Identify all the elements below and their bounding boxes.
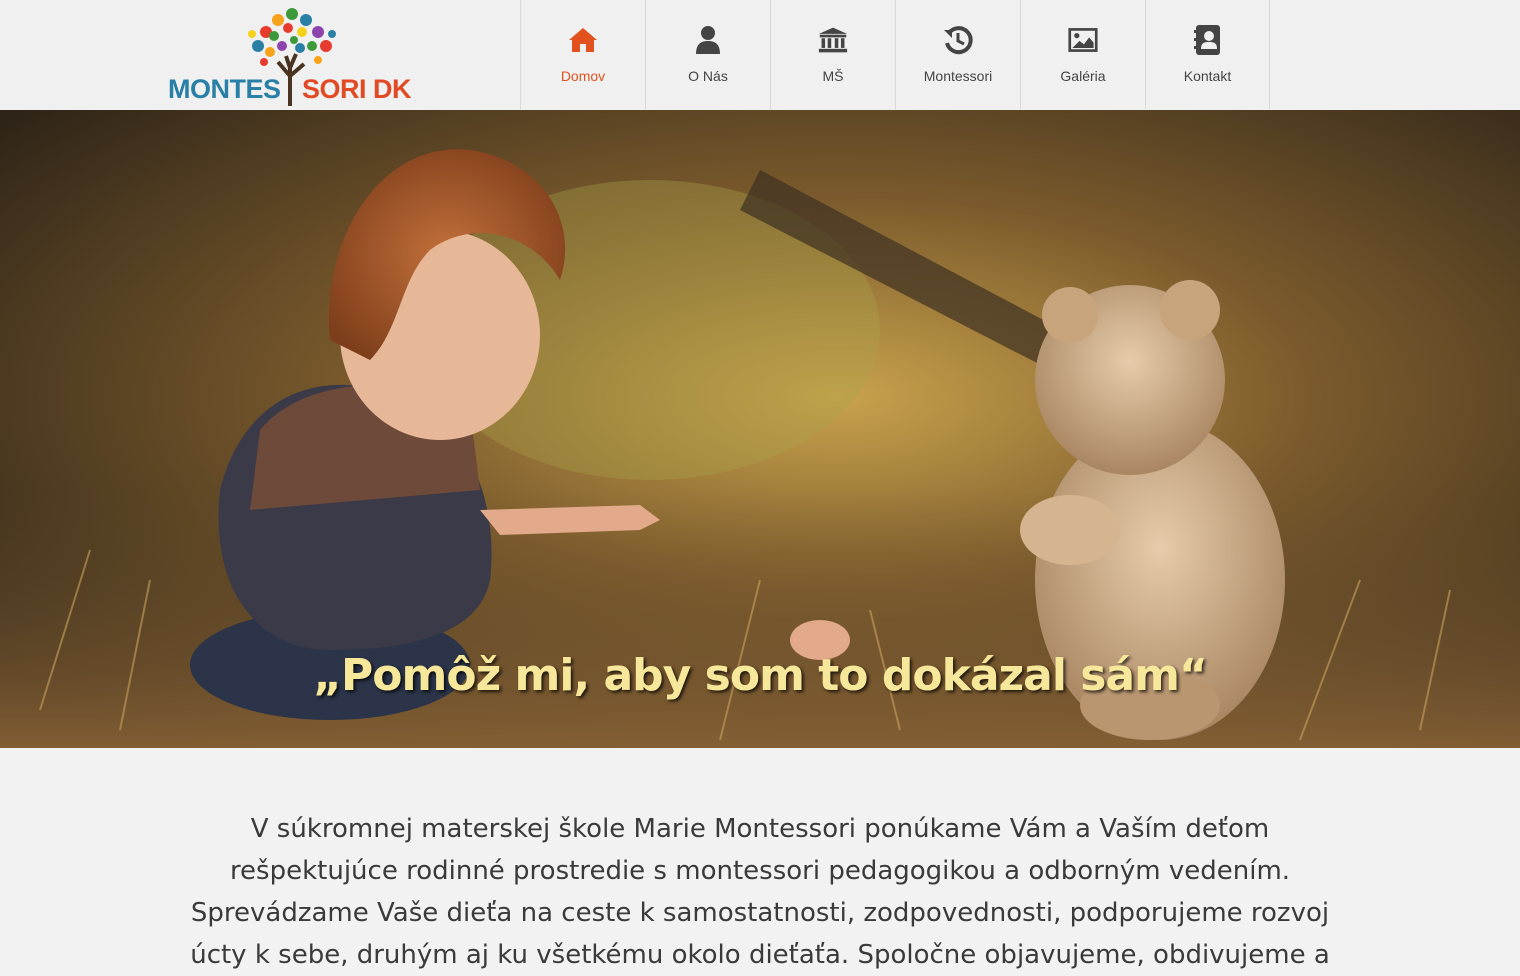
nav-label-kontakt: Kontakt bbox=[1183, 68, 1232, 84]
main-nav: Domov O Nás MŠ Montessori Galéria Kontak… bbox=[520, 0, 1270, 109]
nav-label-o-nas: O Nás bbox=[688, 68, 728, 84]
nav-item-montessori[interactable]: Montessori bbox=[895, 0, 1020, 109]
nav-label-montessori: Montessori bbox=[923, 68, 993, 84]
nav-label-ms: MŠ bbox=[822, 68, 844, 84]
history-icon bbox=[943, 24, 973, 56]
hero-quote: „Pomôž mi, aby som to dokázal sám“ bbox=[313, 650, 1208, 701]
contact-book-icon bbox=[1193, 24, 1223, 56]
nav-item-galeria[interactable]: Galéria bbox=[1020, 0, 1145, 109]
intro-line: V súkromnej materskej škole Marie Montes… bbox=[250, 814, 1270, 844]
intro-line: rešpektujúce rodinné prostredie s montes… bbox=[229, 856, 1291, 886]
logo-text-right: SORI DK bbox=[302, 74, 412, 104]
site-header: MONTES SORI DK Domov O Nás MŠ Montessori… bbox=[0, 0, 1520, 111]
site-logo[interactable]: MONTES SORI DK bbox=[166, 2, 412, 108]
nav-item-ms[interactable]: MŠ bbox=[770, 0, 895, 109]
user-icon bbox=[693, 24, 723, 56]
nav-item-domov[interactable]: Domov bbox=[520, 0, 645, 109]
nav-item-o-nas[interactable]: O Nás bbox=[645, 0, 770, 109]
picture-icon bbox=[1068, 24, 1098, 56]
nav-label-domov: Domov bbox=[560, 68, 606, 84]
hero-banner: „Pomôž mi, aby som to dokázal sám“ bbox=[0, 110, 1520, 748]
institution-icon bbox=[818, 24, 848, 56]
logo-text-left: MONTES bbox=[168, 74, 281, 104]
nav-label-galeria: Galéria bbox=[1060, 68, 1106, 84]
nav-item-kontakt[interactable]: Kontakt bbox=[1145, 0, 1270, 109]
intro-line: Sprevádzame Vaše dieťa na ceste k samost… bbox=[190, 898, 1330, 928]
intro-text: V súkromnej materskej škole Marie Montes… bbox=[160, 808, 1360, 976]
home-icon bbox=[568, 24, 598, 56]
